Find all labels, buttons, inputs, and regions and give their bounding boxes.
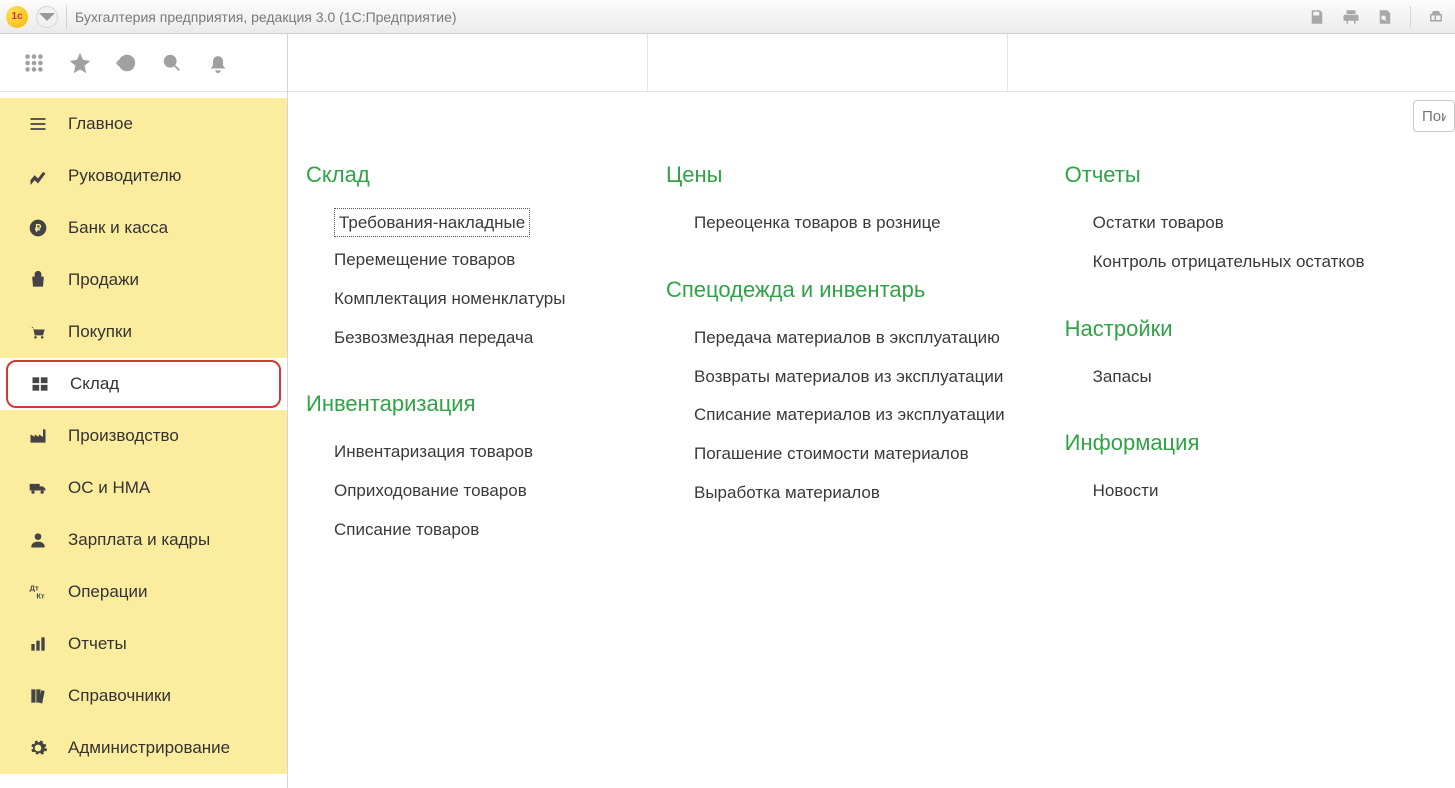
nav-assets[interactable]: ОС и НМА [0, 462, 287, 514]
chart-line-icon [26, 164, 50, 188]
link-repay-mat[interactable]: Погашение стоимости материалов [694, 435, 1005, 474]
nav-label: Зарплата и кадры [68, 530, 210, 550]
tabs-strip [288, 34, 1455, 92]
link-free-transfer[interactable]: Безвозмездная передача [334, 319, 606, 358]
section-title-info: Информация [1065, 430, 1365, 456]
gear-icon [26, 736, 50, 760]
nav-label: Отчеты [68, 634, 127, 654]
nav-label: ОС и НМА [68, 478, 150, 498]
sidebar-toolbar [0, 34, 287, 92]
separator [66, 5, 67, 29]
section-title-workwear: Спецодежда и инвентарь [666, 277, 1005, 303]
link-bundle[interactable]: Комплектация номенклатуры [334, 280, 606, 319]
nav-admin[interactable]: Администрирование [0, 722, 287, 774]
separator [1410, 6, 1411, 28]
nav-label: Покупки [68, 322, 132, 342]
truck-icon [26, 476, 50, 500]
link-news[interactable]: Новости [1093, 472, 1365, 511]
nav-label: Администрирование [68, 738, 230, 758]
link-receipt[interactable]: Оприходование товаров [334, 472, 606, 511]
nav-label: Склад [70, 374, 119, 394]
section-title-prices: Цены [666, 162, 1005, 188]
app-logo: 1с [6, 6, 28, 28]
ruble-icon: ₽ [26, 216, 50, 240]
books-icon [26, 684, 50, 708]
link-return-mat[interactable]: Возвраты материалов из эксплуатации [694, 358, 1005, 397]
nav-main[interactable]: Главное [0, 98, 287, 150]
preview-icon[interactable] [1372, 4, 1398, 30]
search-icon[interactable] [160, 51, 184, 75]
link-inventory[interactable]: Инвентаризация товаров [334, 433, 606, 472]
boxes-icon [28, 372, 52, 396]
link-writeoff-mat[interactable]: Списание материалов из эксплуатации [694, 396, 1005, 435]
nav-label: Банк и касса [68, 218, 168, 238]
link-writeoff[interactable]: Списание товаров [334, 511, 606, 550]
link-requirements[interactable]: Требования-накладные [334, 208, 530, 237]
history-icon[interactable] [114, 51, 138, 75]
calc-icon[interactable] [1423, 4, 1449, 30]
section-title-settings: Настройки [1065, 316, 1365, 342]
link-stock-balance[interactable]: Остатки товаров [1093, 204, 1365, 243]
nav-manager[interactable]: Руководителю [0, 150, 287, 202]
nav-warehouse[interactable]: Склад [6, 360, 281, 408]
bars-icon [26, 632, 50, 656]
search-input[interactable] [1413, 100, 1455, 132]
nav-bank[interactable]: ₽ Банк и касса [0, 202, 287, 254]
section-panels: Склад Требования-накладные Перемещение т… [288, 132, 1455, 614]
section-title-warehouse: Склад [306, 162, 606, 188]
nav-catalogs[interactable]: Справочники [0, 670, 287, 722]
dropdown-button[interactable] [36, 6, 58, 28]
section-title-inventory: Инвентаризация [306, 391, 606, 417]
link-revaluation[interactable]: Переоценка товаров в рознице [694, 204, 1005, 243]
window-title: Бухгалтерия предприятия, редакция 3.0 (1… [75, 9, 457, 25]
content-area: Склад Требования-накладные Перемещение т… [288, 34, 1455, 788]
person-icon [26, 528, 50, 552]
factory-icon [26, 424, 50, 448]
svg-text:Кт: Кт [36, 592, 45, 601]
link-stocks[interactable]: Запасы [1093, 358, 1365, 397]
nav-hr[interactable]: Зарплата и кадры [0, 514, 287, 566]
link-neg-balance[interactable]: Контроль отрицательных остатков [1093, 243, 1365, 282]
column-3: Отчеты Остатки товаров Контроль отрицате… [1065, 162, 1365, 584]
save-icon[interactable] [1304, 4, 1330, 30]
menu-icon [26, 112, 50, 136]
nav-reports[interactable]: Отчеты [0, 618, 287, 670]
nav-label: Продажи [68, 270, 139, 290]
bell-icon[interactable] [206, 51, 230, 75]
nav-label: Руководителю [68, 166, 181, 186]
print-icon[interactable] [1338, 4, 1364, 30]
nav-purchases[interactable]: Покупки [0, 306, 287, 358]
column-2: Цены Переоценка товаров в рознице Спецод… [666, 162, 1005, 584]
nav-label: Производство [68, 426, 179, 446]
link-move-goods[interactable]: Перемещение товаров [334, 241, 606, 280]
nav-label: Главное [68, 114, 133, 134]
bag-icon [26, 268, 50, 292]
nav-sales[interactable]: Продажи [0, 254, 287, 306]
nav-list: Главное Руководителю ₽ Банк и касса Прод… [0, 92, 287, 774]
link-output-mat[interactable]: Выработка материалов [694, 474, 1005, 513]
svg-text:₽: ₽ [35, 223, 42, 234]
section-title-reports: Отчеты [1065, 162, 1365, 188]
dtkt-icon: ДтКт [26, 580, 50, 604]
cart-icon [26, 320, 50, 344]
link-transfer-mat[interactable]: Передача материалов в эксплуатацию [694, 319, 1005, 358]
tab[interactable] [288, 34, 648, 91]
nav-production[interactable]: Производство [0, 410, 287, 462]
tab[interactable] [648, 34, 1008, 91]
nav-label: Операции [68, 582, 148, 602]
sidebar: Главное Руководителю ₽ Банк и касса Прод… [0, 34, 288, 788]
nav-operations[interactable]: ДтКт Операции [0, 566, 287, 618]
nav-label: Справочники [68, 686, 171, 706]
apps-icon[interactable] [22, 51, 46, 75]
title-bar: 1с Бухгалтерия предприятия, редакция 3.0… [0, 0, 1455, 34]
star-icon[interactable] [68, 51, 92, 75]
column-1: Склад Требования-накладные Перемещение т… [306, 162, 606, 584]
